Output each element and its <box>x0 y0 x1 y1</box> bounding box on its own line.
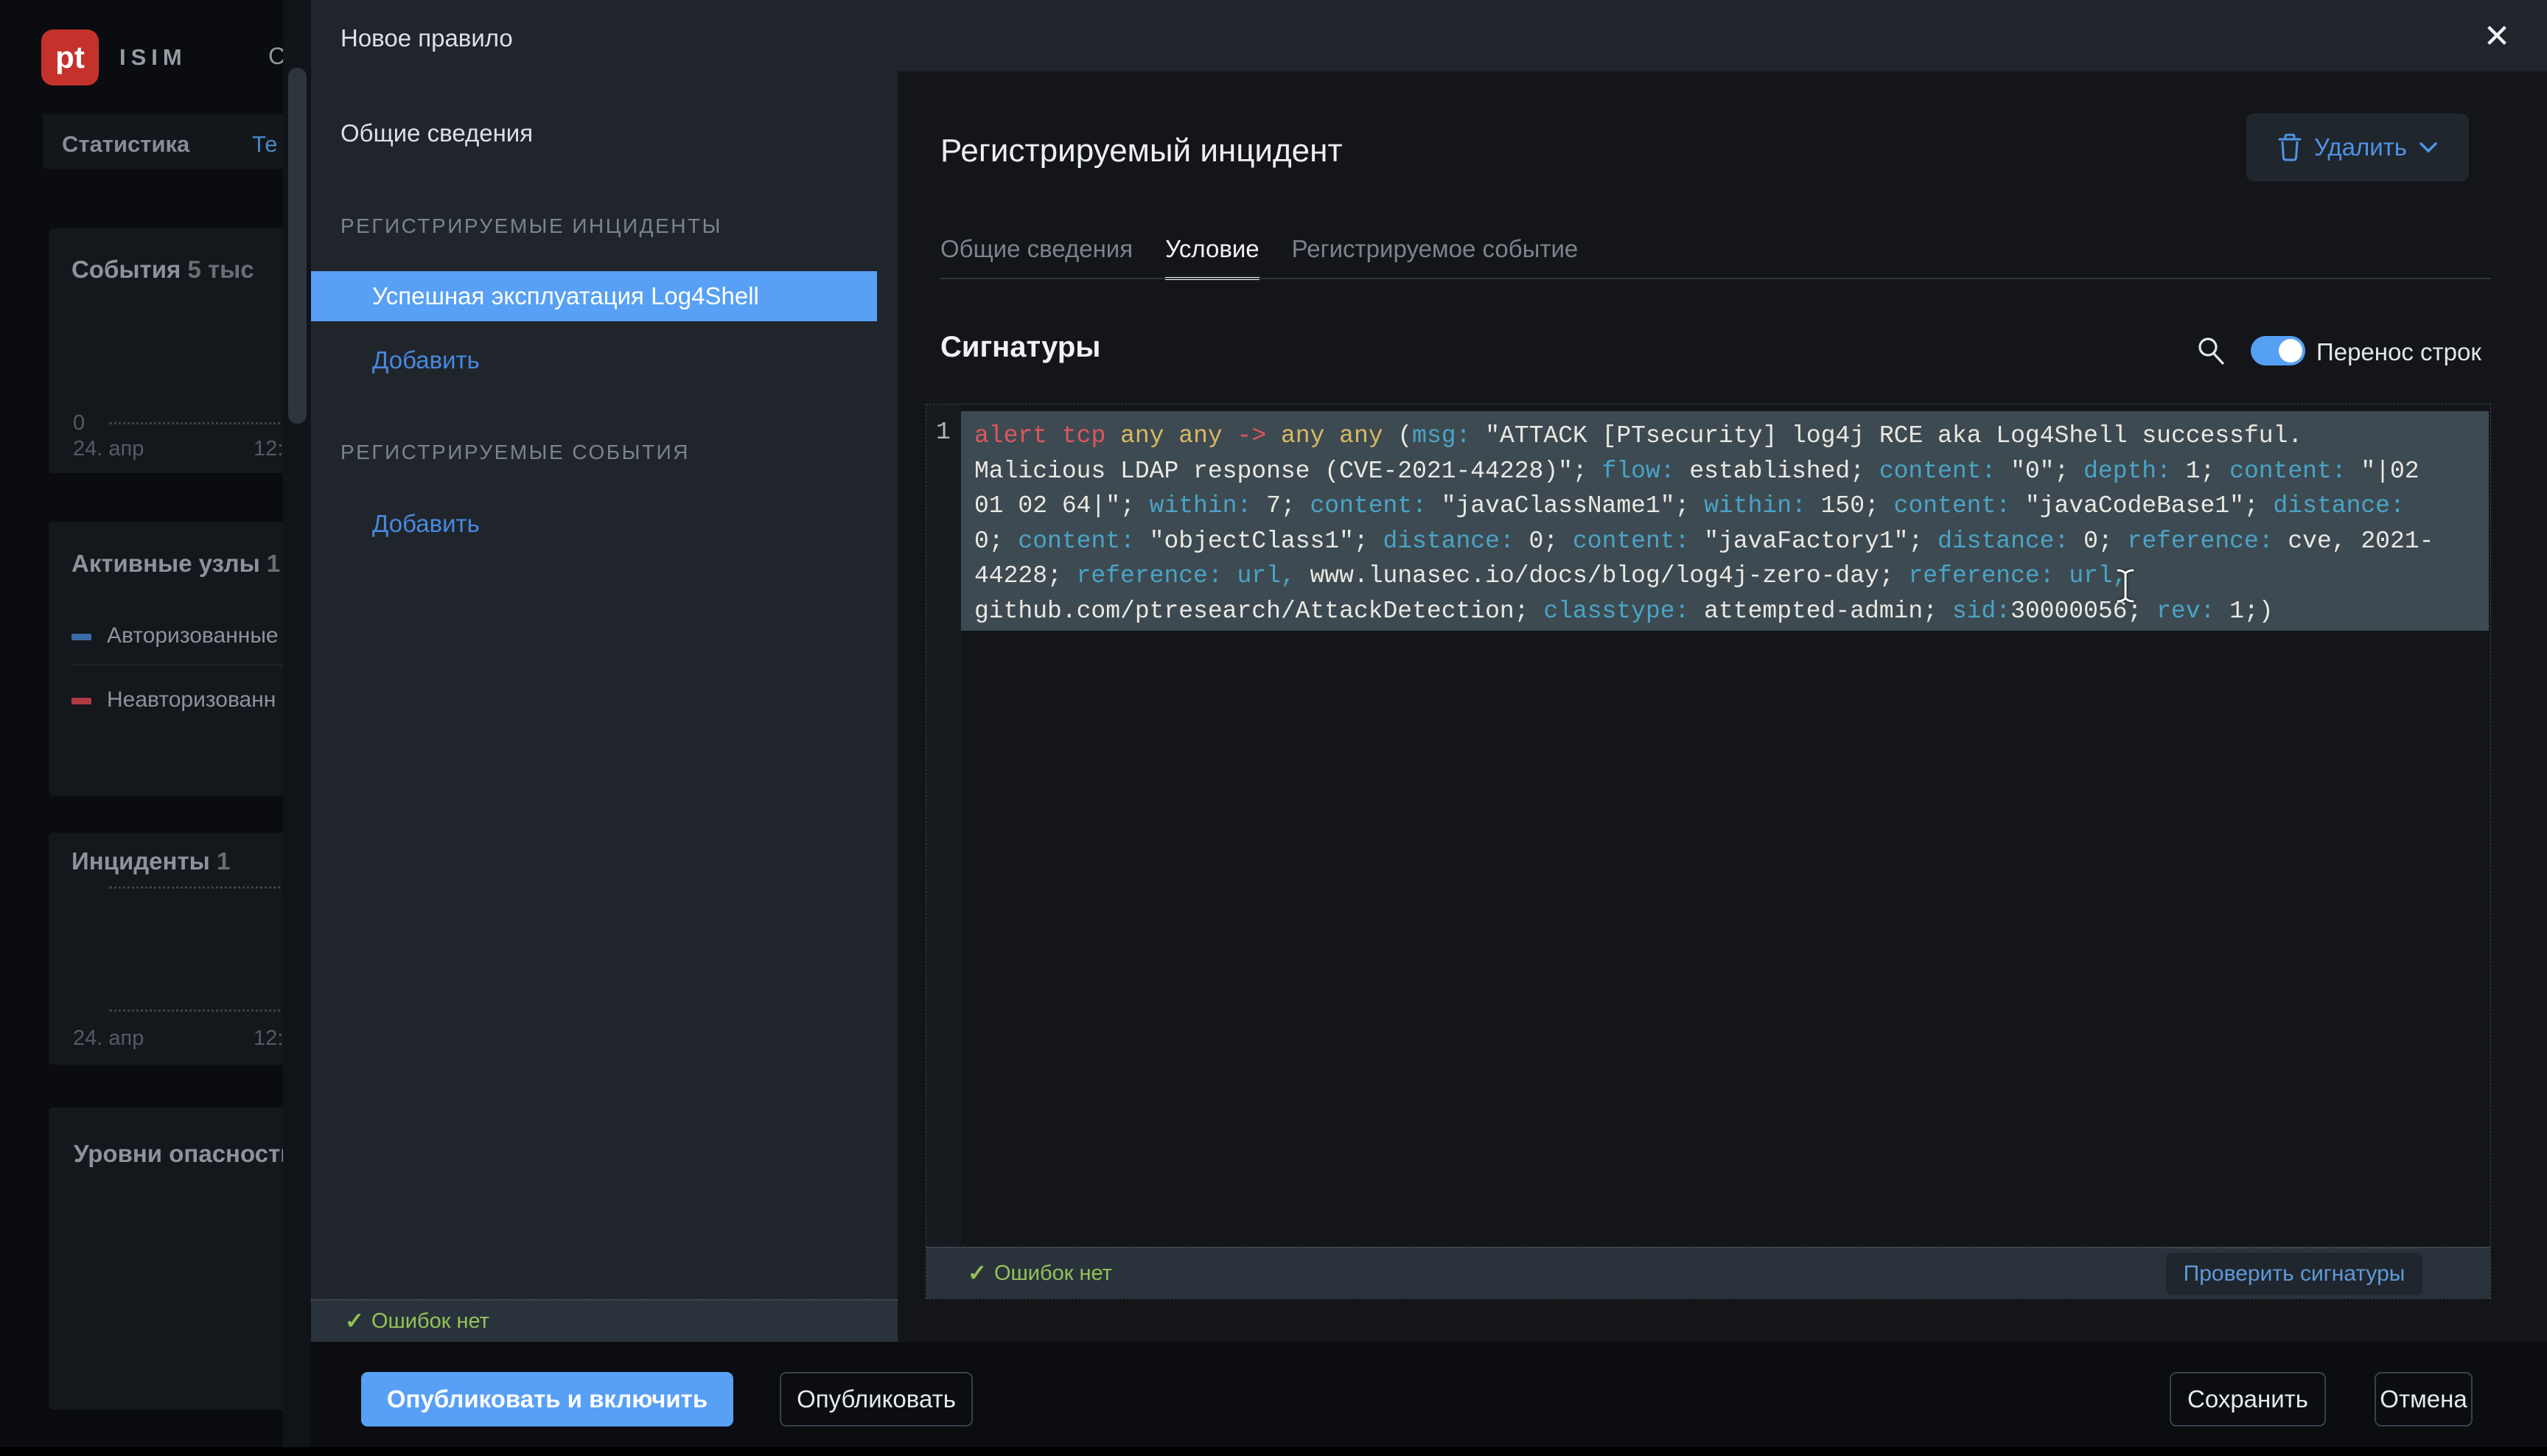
sidebar-item-general[interactable]: Общие сведения <box>340 119 533 147</box>
toggle-knob <box>2279 339 2302 363</box>
gridline <box>109 886 286 889</box>
cancel-button[interactable]: Отмена <box>2375 1372 2473 1427</box>
tab-statistics[interactable]: Статистика <box>62 131 189 158</box>
card-nodes-title-text: Активные узлы <box>71 550 260 577</box>
sidebar-section-events: РЕГИСТРИРУЕМЫЕ СОБЫТИЯ <box>340 441 690 464</box>
x-axis-end: 12: <box>254 437 283 461</box>
card-incidents-value: 1 <box>217 847 230 875</box>
text-cursor-pointer <box>2115 568 2136 603</box>
page-title: Регистрируемый инцидент <box>940 133 1343 169</box>
signature-code-editor[interactable]: 1 alert tcp any any -> any any (msg: "AT… <box>926 404 2491 1299</box>
close-icon[interactable]: ✕ <box>2479 18 2515 54</box>
sidebar-item-selected-incident[interactable]: Успешная эксплуатация Log4Shell <box>311 271 877 321</box>
search-icon[interactable] <box>2195 335 2227 367</box>
add-incident-link[interactable]: Добавить <box>372 346 480 374</box>
card-events-value: 5 тыс <box>187 256 254 283</box>
word-wrap-label: Перенос строк <box>2316 338 2481 366</box>
tabs: Общие сведения Условие Регистрируемое со… <box>940 235 1578 280</box>
chevron-down-icon <box>2419 141 2438 153</box>
card-levels-title: Уровни опасности <box>74 1140 286 1168</box>
line-number: 1 <box>936 419 951 446</box>
x-axis-start: 24. апр <box>73 1026 144 1051</box>
legend-dash-authorized <box>71 634 91 640</box>
signatures-heading: Сигнатуры <box>940 331 1100 364</box>
card-active-nodes: Активные узлы 1 Авторизованные Неавториз… <box>49 522 286 796</box>
publish-and-enable-button[interactable]: Опубликовать и включить <box>361 1372 733 1427</box>
gridline <box>109 1009 286 1012</box>
page-scrollbar-thumb[interactable] <box>288 68 307 424</box>
delete-button[interactable]: Удалить <box>2246 113 2469 181</box>
modal-title: Новое правило <box>340 24 513 52</box>
tab-condition[interactable]: Условие <box>1165 235 1259 280</box>
tabs-divider <box>940 278 2491 279</box>
pt-logo: pt <box>41 29 99 85</box>
tab-general-info[interactable]: Общие сведения <box>940 235 1133 280</box>
product-name: ISIM <box>119 44 187 71</box>
x-axis-end: 12: <box>254 1026 283 1051</box>
card-events-title: События 5 тыс <box>71 256 254 284</box>
tab-registered-event[interactable]: Регистрируемое событие <box>1292 235 1579 280</box>
card-incidents-title-text: Инциденты <box>71 847 210 875</box>
modal-content: Регистрируемый инцидент Удалить Общие св… <box>898 71 2547 1342</box>
editor-gutter: 1 <box>926 405 961 1298</box>
sidebar-status-bar: ✓ Ошибок нет <box>311 1299 898 1342</box>
card-nodes-title: Активные узлы 1 <box>71 550 280 578</box>
trash-icon <box>2277 133 2302 162</box>
x-axis-start: 24. апр <box>73 437 144 461</box>
word-wrap-toggle[interactable] <box>2251 336 2305 365</box>
gridline <box>109 422 286 424</box>
y-axis-zero: 0 <box>73 411 85 435</box>
card-events: События 5 тыс 0 24. апр 12: <box>49 228 286 473</box>
card-events-title-text: События <box>71 256 181 283</box>
publish-button[interactable]: Опубликовать <box>780 1372 973 1427</box>
modal-sidebar: Новое правило Общие сведения РЕГИСТРИРУЕ… <box>311 0 898 1342</box>
card-incidents-title: Инциденты 1 <box>71 847 230 875</box>
card-danger-levels: Уровни опасности <box>49 1107 286 1410</box>
delete-button-label: Удалить <box>2314 133 2407 161</box>
editor-status-bar: ✓ Ошибок нет Проверить сигнатуры <box>926 1247 2490 1298</box>
check-signatures-button[interactable]: Проверить сигнатуры <box>2166 1253 2422 1295</box>
check-icon: ✓ <box>968 1260 987 1287</box>
sidebar-status-text: Ошибок нет <box>371 1309 489 1334</box>
check-icon: ✓ <box>345 1308 364 1334</box>
selected-incident-label: Успешная эксплуатация Log4Shell <box>372 282 759 310</box>
screen-edge <box>0 1447 2547 1456</box>
modal-footer: Опубликовать и включить Опубликовать Сох… <box>311 1342 2547 1447</box>
screen: pt ISIM С Статистика Те События 5 тыс 0 … <box>0 0 2547 1456</box>
code-block[interactable]: alert tcp any any -> any any (msg: "ATTA… <box>961 411 2489 631</box>
save-button[interactable]: Сохранить <box>2170 1372 2326 1427</box>
sidebar-section-incidents: РЕГИСТРИРУЕМЫЕ ИНЦИДЕНТЫ <box>340 214 722 238</box>
legend-dash-unauthorized <box>71 698 91 704</box>
tab-partial[interactable]: Те <box>252 131 277 158</box>
new-rule-modal: ✕ Новое правило Общие сведения РЕГИСТРИР… <box>311 0 2547 1456</box>
legend-unauthorized: Неавторизованн <box>107 687 276 713</box>
modal-header-strip <box>898 0 2547 71</box>
card-incidents: Инциденты 1 24. апр 12: <box>49 833 286 1065</box>
card-nodes-value: 1 <box>267 550 280 577</box>
legend-authorized: Авторизованные <box>107 623 279 648</box>
app-topbar: pt ISIM С <box>0 0 311 114</box>
add-event-link[interactable]: Добавить <box>372 510 480 538</box>
editor-status-text: Ошибок нет <box>994 1261 1112 1286</box>
